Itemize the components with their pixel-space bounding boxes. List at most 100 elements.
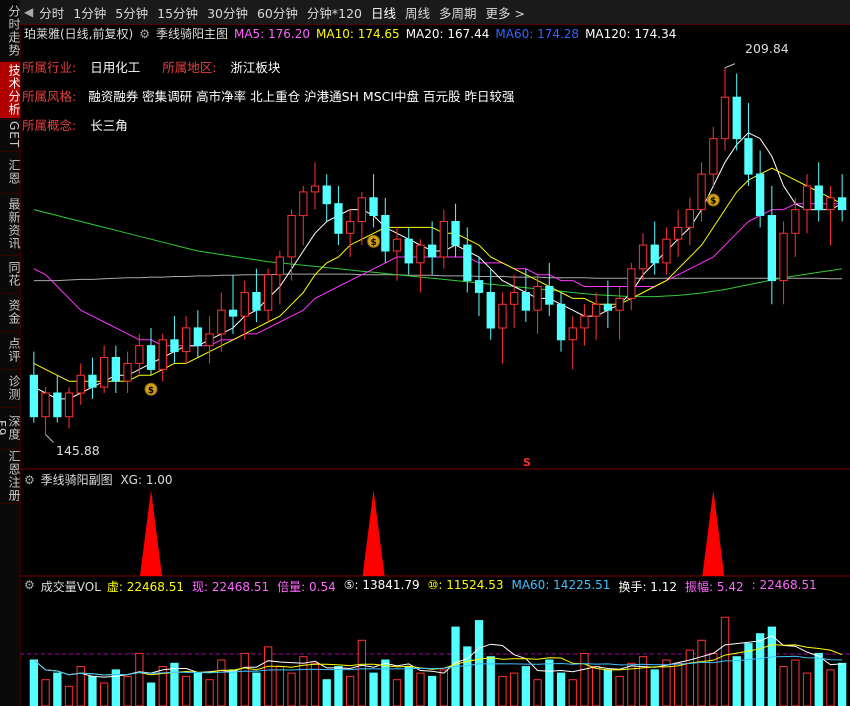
sidebar-item-2[interactable]: GET [0, 120, 21, 150]
candle-down [146, 345, 156, 370]
period-tab-5[interactable]: 60分钟 [257, 3, 298, 22]
sidebar-item-8[interactable]: 诊测 [0, 370, 21, 406]
volume-field-1: 现: 22468.51 [192, 580, 270, 594]
concept-value[interactable]: 长三角 [90, 118, 128, 133]
volume-bar-down [252, 672, 261, 706]
style-row: 所属风格: 融资融券 密集调研 高市净率 北上重仓 沪港通SH MSCI中盘 百… [22, 86, 515, 105]
kline-chart[interactable]: $ $ $ [20, 24, 850, 706]
period-tab-3[interactable]: 15分钟 [157, 3, 198, 22]
main-indicator-header: 珀莱雅(日线,前复权) ⚙ 季线骑阳主图 MA5: 176.20 MA10: 17… [24, 25, 676, 42]
industry-key: 所属行业: [22, 60, 77, 75]
high-marker-line [724, 63, 736, 69]
candle-up [76, 374, 85, 394]
volume-bar-up [779, 666, 788, 706]
candle-up [100, 357, 109, 388]
period-tab-8[interactable]: 周线 [405, 3, 430, 22]
volume-bar-up [510, 672, 519, 706]
region-value[interactable]: 浙江板块 [230, 60, 280, 75]
candle-up [533, 286, 542, 311]
period-tab-7[interactable]: 日线 [371, 3, 396, 22]
volume-bar-up [264, 646, 273, 706]
candle-up [158, 339, 167, 370]
candle-up [41, 392, 50, 418]
main-indicator-name[interactable]: 季线骑阳主图 [156, 25, 228, 42]
volume-title[interactable]: 成交量VOL [41, 578, 101, 595]
candle-up [346, 221, 355, 234]
xg-signal-triangle [140, 490, 162, 576]
ma-value-3: MA60: 174.28 [495, 26, 580, 41]
volume-bar-up [826, 669, 835, 706]
candle-up [685, 209, 695, 228]
sell-marker: S [523, 456, 531, 469]
candle-up [709, 138, 718, 175]
volume-bar-up [64, 685, 74, 706]
candle-up [310, 185, 320, 193]
volume-bar-up [346, 675, 355, 706]
volume-bar-up [182, 675, 191, 706]
volume-bar-down [228, 669, 238, 706]
candle-up [392, 238, 402, 252]
period-tab-0[interactable]: 分时 [39, 3, 64, 22]
candle-down [170, 339, 179, 353]
sidebar-item-5[interactable]: 同花 [0, 256, 21, 292]
candle-down [381, 215, 390, 252]
period-tab-4[interactable]: 30分钟 [207, 3, 248, 22]
candle-down [451, 221, 460, 246]
candle-down [650, 244, 659, 264]
gear-icon[interactable]: ⚙ [24, 473, 35, 487]
period-tab-6[interactable]: 分钟*120 [307, 3, 362, 22]
ma-value-2: MA20: 167.44 [405, 26, 490, 41]
volume-bar-down [744, 643, 753, 706]
candle-up [826, 197, 835, 211]
money-bag-symbol: $ [710, 196, 716, 206]
candle-down [744, 138, 753, 175]
volume-bar-down [767, 626, 777, 706]
volume-bar-down [29, 659, 38, 706]
gear-icon[interactable]: ⚙ [139, 27, 150, 41]
volume-bar-up [580, 652, 589, 706]
volume-bar-down [193, 672, 202, 706]
candle-up [264, 274, 273, 311]
volume-bar-up [697, 639, 706, 706]
industry-row: 所属行业: 日用化工 所属地区: 浙江板块 [22, 57, 280, 76]
volume-bar-down [521, 666, 531, 706]
candle-up [615, 297, 624, 311]
gear-icon[interactable]: ⚙ [24, 578, 35, 595]
chevron-left-icon[interactable]: ◀ [24, 5, 33, 19]
volume-bar-up [416, 672, 425, 706]
candle-up [720, 96, 730, 140]
sidebar-item-4[interactable]: 最新资讯 [0, 194, 21, 254]
volume-field-8: : 22468.51 [751, 578, 817, 592]
sidebar-item-6[interactable]: 资金 [0, 294, 21, 330]
volume-bar-down [381, 659, 390, 706]
style-value[interactable]: 融资融券 密集调研 高市净率 北上重仓 沪港通SH MSCI中盘 百元股 昨日较… [88, 89, 514, 104]
sidebar-divider [1, 503, 19, 504]
period-tab-10[interactable]: 更多 > [486, 3, 525, 22]
industry-value[interactable]: 日用化工 [90, 60, 140, 75]
sidebar-item-3[interactable]: 汇恩 [0, 152, 21, 192]
volume-bar-up [802, 672, 812, 706]
period-tab-9[interactable]: 多周期 [439, 3, 477, 22]
money-bag-symbol: $ [370, 238, 376, 248]
volume-field-7: 振幅: 5.42 [685, 580, 744, 594]
period-tab-2[interactable]: 5分钟 [115, 3, 148, 22]
volume-bar-up [568, 679, 577, 706]
candle-down [767, 215, 777, 282]
candle-down [814, 185, 823, 211]
period-toolbar: ◀ 分时 1分钟 5分钟 15分钟 30分钟 60分钟 分钟*120 日线 周线 多周期 更多 > [20, 0, 850, 25]
candle-up [64, 392, 74, 418]
candle-down [474, 280, 484, 293]
sidebar-item-7[interactable]: 点评 [0, 332, 21, 368]
candle-down [252, 292, 261, 311]
candle-down [53, 392, 62, 418]
volume-bar-down [756, 633, 765, 706]
volume-bar-down [146, 682, 156, 706]
volume-bar-up [592, 666, 601, 706]
sidebar-item-10[interactable]: 汇恩注册 [0, 450, 21, 502]
ma60-line [33, 209, 843, 298]
period-tab-1[interactable]: 1分钟 [73, 3, 106, 22]
sidebar-item-9[interactable]: 深度F9 [0, 408, 21, 448]
sub-chart-title[interactable]: 季线骑阳副图 [41, 473, 113, 487]
sidebar-item-0[interactable]: 分时走势 [0, 2, 21, 60]
sidebar-item-1[interactable]: 技术分析 [0, 62, 21, 118]
